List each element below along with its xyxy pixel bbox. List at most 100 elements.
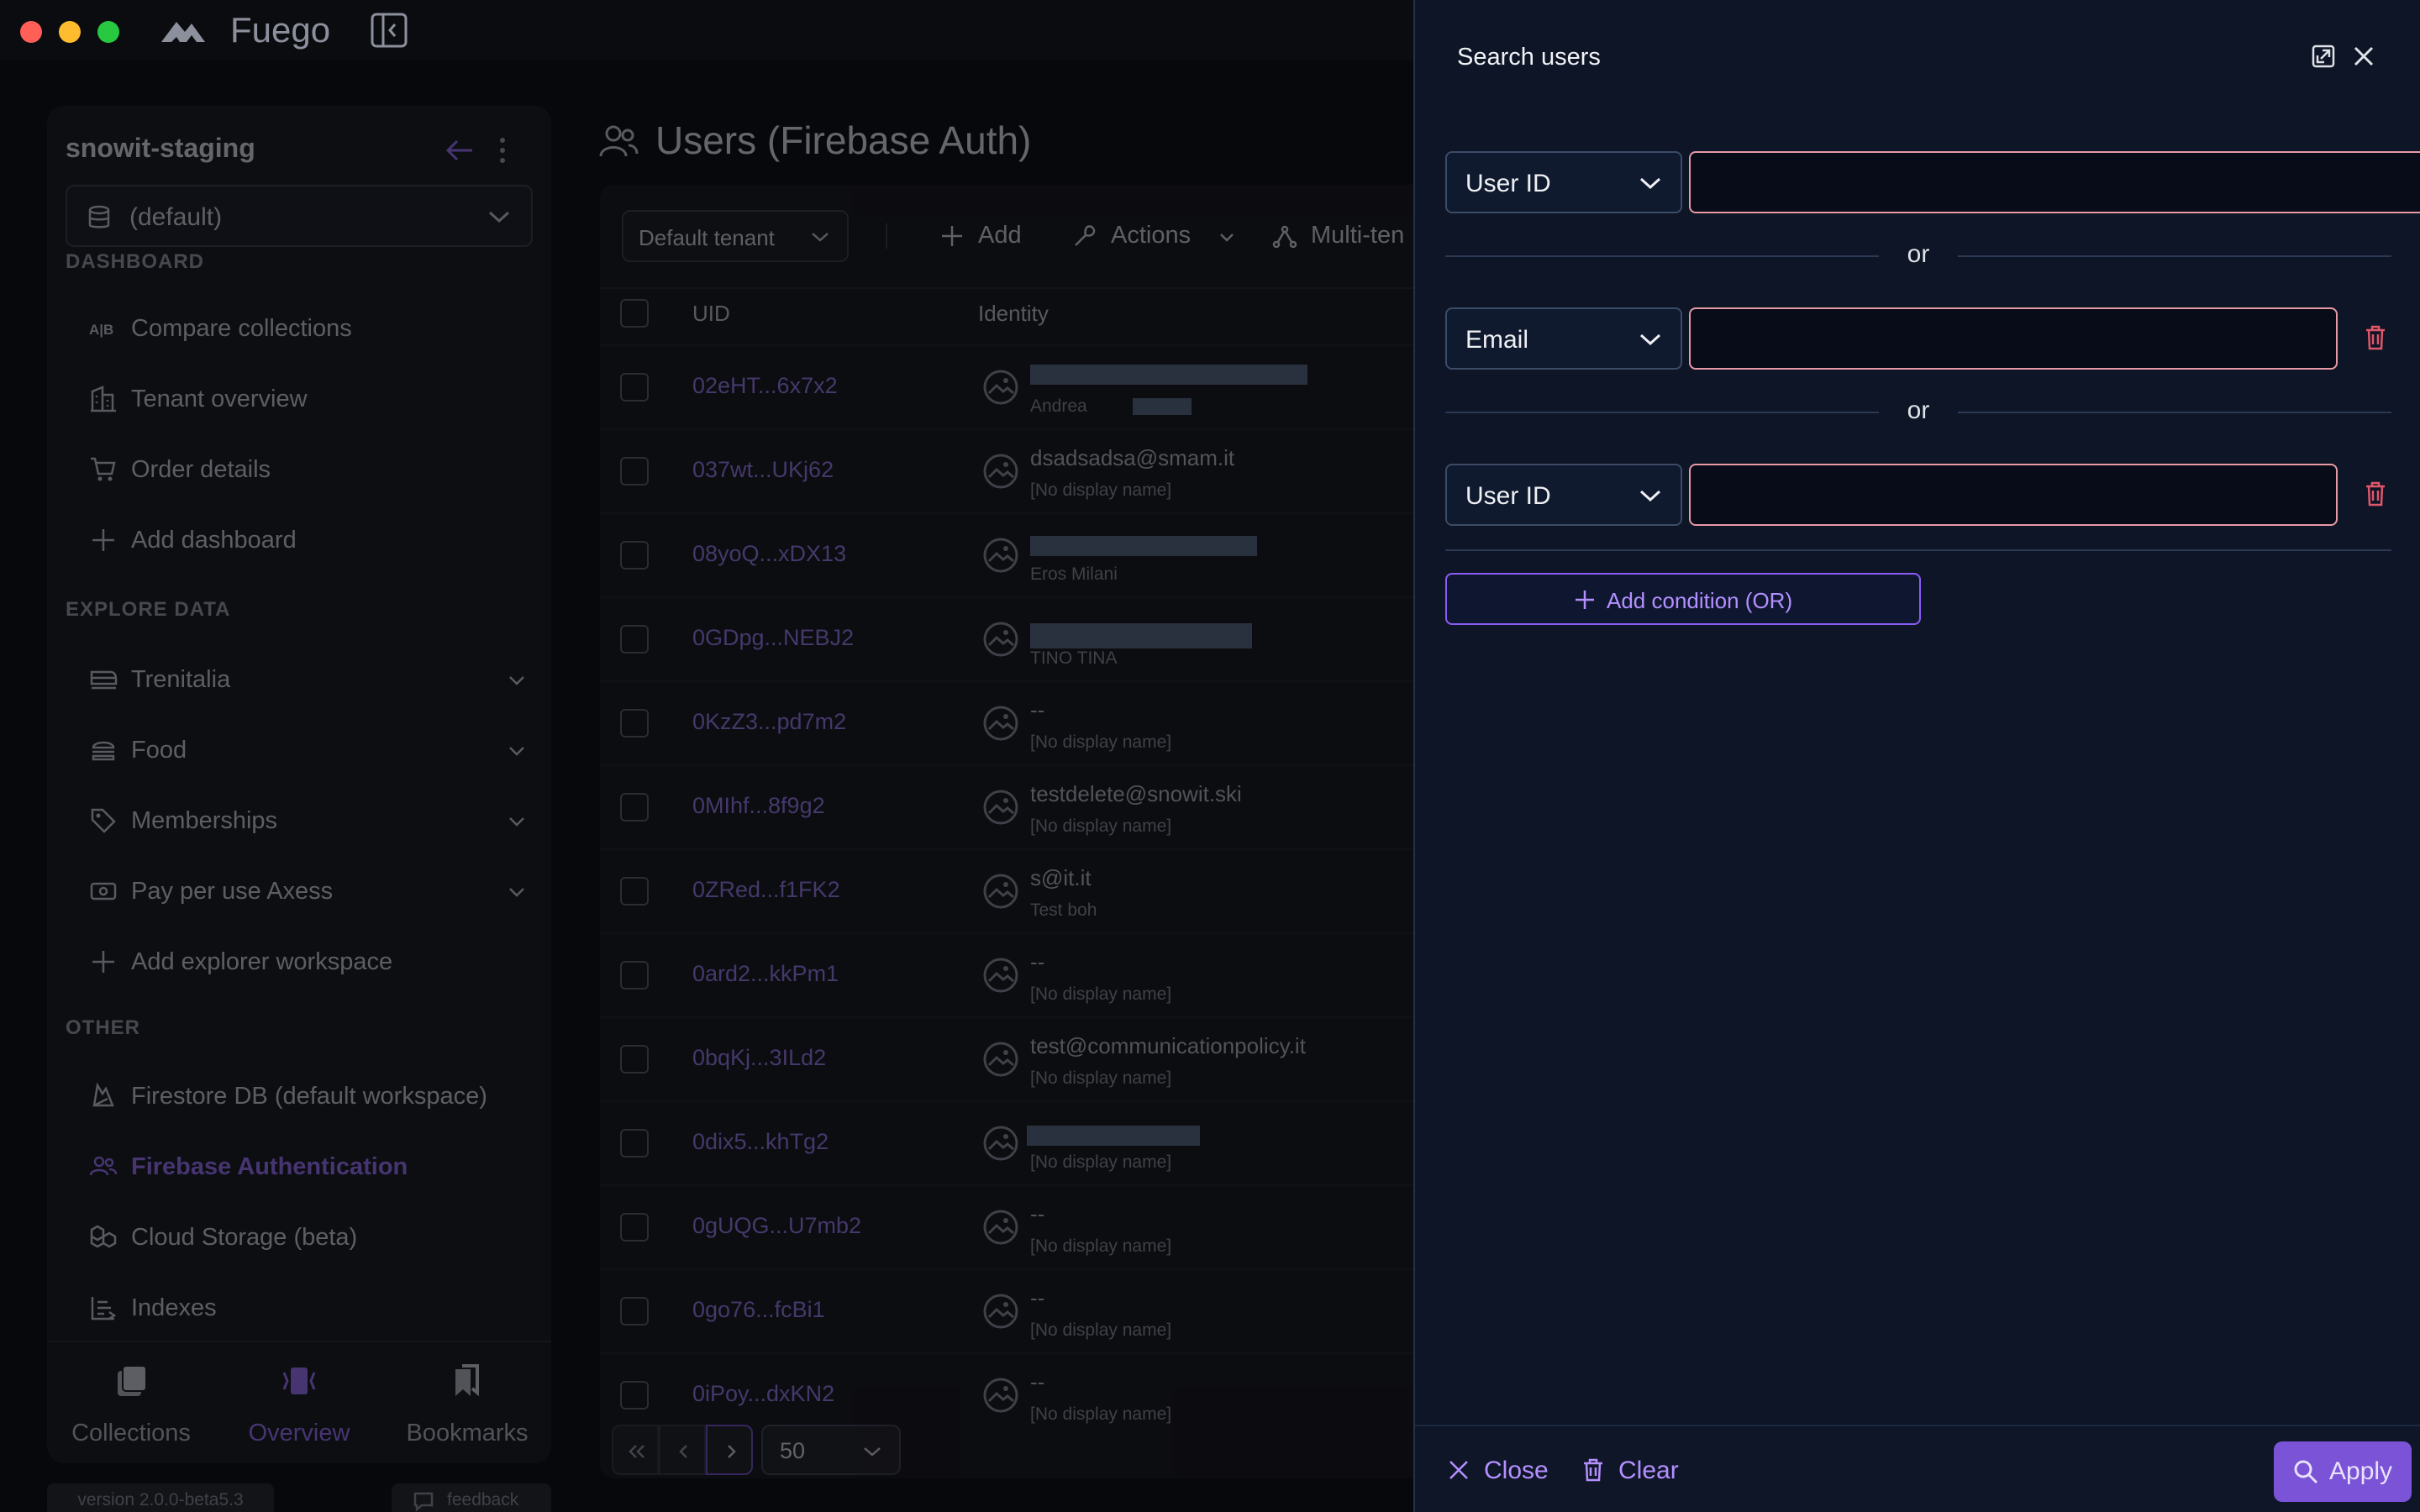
nav-firebase-authentication[interactable]: Firebase Authentication — [89, 1142, 526, 1193]
tab-overview[interactable]: Overview — [215, 1342, 383, 1465]
nav-compare-collections[interactable]: A|B Compare collections — [89, 304, 526, 354]
page-size-select[interactable]: 50 — [761, 1425, 901, 1475]
train-icon — [90, 670, 118, 690]
expand-icon[interactable] — [2311, 44, 2336, 69]
nav-add-explorer-workspace[interactable]: Add explorer workspace — [89, 937, 526, 988]
feedback-button[interactable]: feedback — [392, 1483, 551, 1512]
user-uid[interactable]: 0ZRed...f1FK2 — [692, 877, 840, 903]
table-row[interactable]: 0dix5...khTg2 [No display name] — [600, 1100, 1440, 1184]
nav-add-dashboard[interactable]: Add dashboard — [89, 516, 526, 566]
user-uid[interactable]: 0bqKj...3ILd2 — [692, 1045, 826, 1071]
conditions-divider — [1445, 549, 2391, 551]
database-select[interactable]: (default) — [66, 185, 533, 247]
user-identity: -- — [1030, 1369, 1045, 1394]
nav-label: Food — [131, 737, 187, 764]
user-uid[interactable]: 0ard2...kkPm1 — [692, 961, 839, 987]
add-condition-button[interactable]: Add condition (OR) — [1445, 573, 1921, 625]
row-checkbox[interactable] — [620, 1297, 649, 1326]
table-row[interactable]: 0gUQG...U7mb2 -- [No display name] — [600, 1184, 1440, 1268]
row-checkbox[interactable] — [620, 541, 649, 570]
user-uid[interactable]: 037wt...UKj62 — [692, 457, 834, 483]
nav-indexes[interactable]: Indexes — [89, 1284, 526, 1334]
table-row[interactable]: 0GDpg...NEBJ2 TINO TINA — [600, 596, 1440, 680]
nav-trenitalia[interactable]: Trenitalia — [89, 655, 526, 706]
table-row[interactable]: 0KzZ3...pd7m2 -- [No display name] — [600, 680, 1440, 764]
tenant-select[interactable]: Default tenant — [622, 210, 849, 262]
more-vertical-icon[interactable] — [497, 136, 508, 165]
row-checkbox[interactable] — [620, 457, 649, 486]
sidebar-toggle-icon[interactable] — [370, 12, 408, 49]
table-row[interactable]: 0iPoy...dxKN2 -- [No display name] — [600, 1352, 1440, 1436]
row-checkbox[interactable] — [620, 373, 649, 402]
table-row[interactable]: 08yoQ...xDX13 Eros Milani — [600, 512, 1440, 596]
user-uid[interactable]: 0MIhf...8f9g2 — [692, 793, 825, 819]
condition-field-select[interactable]: User ID — [1445, 151, 1682, 213]
nav-cloud-storage[interactable]: Cloud Storage (beta) — [89, 1213, 526, 1263]
user-uid[interactable]: 08yoQ...xDX13 — [692, 541, 846, 567]
row-checkbox[interactable] — [620, 1129, 649, 1158]
nav-label: Add explorer workspace — [131, 948, 393, 975]
row-checkbox[interactable] — [620, 625, 649, 654]
or-label: or — [1907, 396, 1930, 424]
user-uid[interactable]: 02eHT...6x7x2 — [692, 373, 838, 399]
chevron-down-icon[interactable] — [508, 744, 526, 758]
table-row[interactable]: 02eHT...6x7x2 Andrea — [600, 344, 1440, 428]
table-row[interactable]: 0go76...fcBi1 -- [No display name] — [600, 1268, 1440, 1352]
or-divider: or — [1445, 395, 2391, 428]
condition-field-select[interactable]: Email — [1445, 307, 1682, 370]
close-window-button[interactable] — [20, 21, 42, 43]
row-checkbox[interactable] — [620, 1213, 649, 1242]
user-uid[interactable]: 0dix5...khTg2 — [692, 1129, 829, 1155]
trash-icon[interactable] — [2363, 480, 2388, 507]
row-checkbox[interactable] — [620, 1045, 649, 1074]
condition-value-input[interactable] — [1689, 307, 2338, 370]
avatar-placeholder-icon — [983, 1042, 1018, 1077]
nav-pay-per-use-axess[interactable]: Pay per use Axess — [89, 867, 526, 917]
row-checkbox[interactable] — [620, 961, 649, 990]
tab-bookmarks[interactable]: Bookmarks — [383, 1342, 551, 1465]
apply-button[interactable]: Apply — [2274, 1441, 2412, 1502]
trash-icon[interactable] — [2363, 324, 2388, 351]
overview-icon — [282, 1368, 316, 1394]
zoom-window-button[interactable] — [97, 21, 119, 43]
next-page-button[interactable] — [706, 1425, 753, 1475]
apply-label: Apply — [2329, 1457, 2393, 1485]
first-page-button[interactable] — [612, 1425, 659, 1475]
row-checkbox[interactable] — [620, 877, 649, 906]
chevron-down-icon[interactable] — [508, 674, 526, 687]
table-row[interactable]: 0ZRed...f1FK2 s@it.it Test boh — [600, 848, 1440, 932]
add-label: Add — [978, 222, 1022, 249]
nav-tenant-overview[interactable]: Tenant overview — [89, 375, 526, 425]
user-identity: s@it.it — [1030, 865, 1092, 890]
tab-collections[interactable]: Collections — [47, 1342, 215, 1465]
chevron-down-icon[interactable] — [508, 885, 526, 899]
nav-firestore-db[interactable]: Firestore DB (default workspace) — [89, 1072, 526, 1122]
nav-order-details[interactable]: Order details — [89, 445, 526, 496]
chevron-down-icon — [1639, 490, 1661, 502]
previous-page-button[interactable] — [659, 1425, 706, 1475]
user-uid[interactable]: 0KzZ3...pd7m2 — [692, 709, 846, 735]
close-icon[interactable] — [2351, 44, 2376, 69]
condition-value-input[interactable] — [1689, 464, 2338, 526]
condition-field-select[interactable]: User ID — [1445, 464, 1682, 526]
nav-food[interactable]: Food — [89, 726, 526, 776]
burger-icon — [92, 741, 115, 761]
table-row[interactable]: 037wt...UKj62 dsadsadsa@smam.it [No displa… — [600, 428, 1440, 512]
table-row[interactable]: 0bqKj...3ILd2 test@communicationpolicy.it… — [600, 1016, 1440, 1100]
chevron-down-icon[interactable] — [508, 815, 526, 828]
user-uid[interactable]: 0GDpg...NEBJ2 — [692, 625, 854, 651]
minimize-window-button[interactable] — [59, 21, 81, 43]
table-row[interactable]: 0ard2...kkPm1 -- [No display name] — [600, 932, 1440, 1016]
nav-memberships[interactable]: Memberships — [89, 796, 526, 847]
user-uid[interactable]: 0go76...fcBi1 — [692, 1297, 825, 1323]
row-checkbox[interactable] — [620, 1381, 649, 1410]
select-all-checkbox[interactable] — [620, 299, 649, 328]
table-row[interactable]: 0MIhf...8f9g2 testdelete@snowit.ski [No di… — [600, 764, 1440, 848]
condition-value-input[interactable] — [1689, 151, 2420, 213]
user-uid[interactable]: 0iPoy...dxKN2 — [692, 1381, 834, 1407]
back-arrow-icon[interactable] — [445, 138, 474, 163]
row-checkbox[interactable] — [620, 793, 649, 822]
user-uid[interactable]: 0gUQG...U7mb2 — [692, 1213, 861, 1239]
row-checkbox[interactable] — [620, 709, 649, 738]
nav-label: Trenitalia — [131, 666, 231, 693]
